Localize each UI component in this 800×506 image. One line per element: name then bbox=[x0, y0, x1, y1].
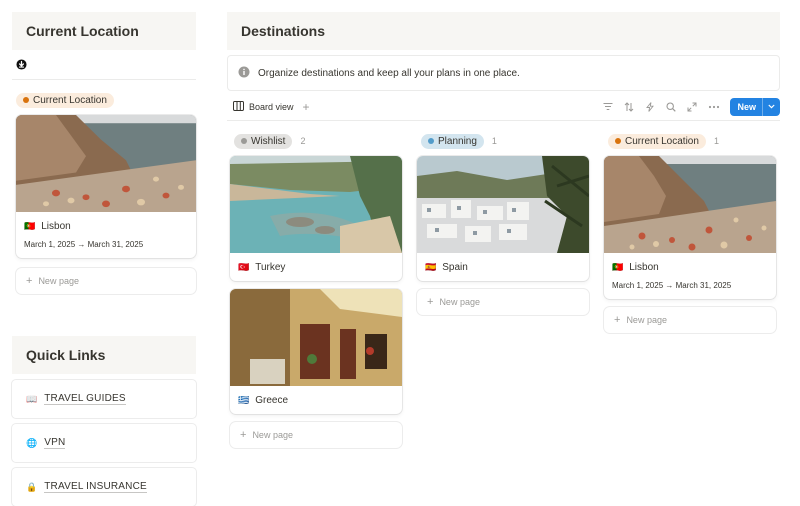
plus-icon: + bbox=[26, 275, 33, 287]
card-dates: March 1, 2025 → March 31, 2025 bbox=[24, 240, 144, 249]
column-planning: Planning 1 🇪🇸 Spain + New page bbox=[417, 130, 589, 315]
lock-icon: 🔒 bbox=[26, 481, 38, 492]
new-button[interactable]: New bbox=[730, 97, 780, 116]
status-dot bbox=[428, 138, 434, 144]
greece-flag-icon: 🇬🇷 bbox=[238, 394, 250, 405]
card-name: Lisbon bbox=[41, 220, 71, 232]
new-page-button[interactable]: + New page bbox=[604, 307, 776, 333]
lisbon-card[interactable]: 🇵🇹 Lisbon March 1, 2025 → March 31, 2025 bbox=[604, 156, 776, 299]
current-location-header: Current Location bbox=[12, 12, 196, 50]
info-text: Organize destinations and keep all your … bbox=[258, 67, 520, 79]
column-header: Wishlist 2 bbox=[230, 130, 402, 152]
turkey-flag-icon: 🇹🇷 bbox=[238, 261, 250, 272]
quick-link-vpn[interactable]: 🌐 VPN bbox=[12, 424, 196, 462]
column-count: 1 bbox=[713, 136, 719, 146]
status-tag-current-location: Current Location bbox=[16, 92, 114, 108]
status-tag-wishlist: Wishlist bbox=[234, 133, 293, 149]
spain-flag-icon: 🇪🇸 bbox=[425, 261, 437, 272]
new-page-button[interactable]: + New page bbox=[417, 289, 589, 315]
status-tag-current-location: Current Location bbox=[608, 133, 706, 149]
info-icon bbox=[238, 66, 250, 81]
current-location-title: Current Location bbox=[26, 23, 139, 39]
spain-village-image bbox=[417, 156, 589, 253]
plus-icon: + bbox=[240, 429, 247, 441]
card-name: Turkey bbox=[255, 261, 286, 273]
sort-icon[interactable] bbox=[624, 101, 634, 112]
destinations-title: Destinations bbox=[241, 23, 326, 39]
quick-link-travel-guides[interactable]: 📖 TRAVEL GUIDES bbox=[12, 380, 196, 418]
info-callout: Organize destinations and keep all your … bbox=[227, 55, 780, 91]
greece-card[interactable]: 🇬🇷 Greece bbox=[230, 289, 402, 414]
card-title: 🇵🇹 Lisbon bbox=[16, 212, 196, 240]
lightning-icon[interactable] bbox=[645, 101, 655, 112]
destinations-section: Destinations Organize destinations and k… bbox=[227, 12, 780, 441]
greece-taverna-image bbox=[230, 289, 402, 386]
lisbon-beach-image bbox=[16, 115, 196, 212]
lisbon-card[interactable]: 🇵🇹 Lisbon March 1, 2025 → March 31, 2025 bbox=[16, 115, 196, 258]
book-icon: 📖 bbox=[26, 393, 38, 404]
quick-link-travel-insurance[interactable]: 🔒 TRAVEL INSURANCE bbox=[12, 468, 196, 506]
card-dates: March 1, 2025 → March 31, 2025 bbox=[612, 281, 732, 290]
card-name: Lisbon bbox=[629, 261, 659, 273]
card-title: 🇪🇸 Spain bbox=[417, 253, 589, 281]
column-header: Current Location 1 bbox=[604, 130, 776, 152]
board-view-tab[interactable]: Board view bbox=[233, 100, 294, 113]
plus-icon: + bbox=[614, 314, 621, 326]
more-options-icon[interactable] bbox=[708, 102, 720, 112]
expand-icon[interactable] bbox=[687, 102, 697, 112]
new-page-button[interactable]: + New page bbox=[16, 268, 196, 294]
status-tag-planning: Planning bbox=[421, 133, 484, 149]
status-dot bbox=[23, 97, 29, 103]
column-count: 1 bbox=[491, 136, 497, 146]
portugal-flag-icon: 🇵🇹 bbox=[24, 220, 36, 231]
turkey-card[interactable]: 🇹🇷 Turkey bbox=[230, 156, 402, 281]
status-dot bbox=[241, 138, 247, 144]
add-view-icon[interactable]: + bbox=[303, 100, 310, 114]
board-toolbar: Board view + New bbox=[227, 93, 780, 121]
turkey-cove-image bbox=[230, 156, 402, 253]
card-name: Spain bbox=[442, 261, 468, 273]
column-header: Planning 1 bbox=[417, 130, 589, 152]
download-row bbox=[12, 50, 196, 80]
destinations-header: Destinations bbox=[227, 12, 780, 50]
filter-icon[interactable] bbox=[603, 102, 613, 112]
new-page-button[interactable]: + New page bbox=[230, 422, 402, 448]
column-wishlist: Wishlist 2 🇹🇷 Turkey 🇬🇷 Greece + New pag… bbox=[230, 130, 402, 448]
card-title: 🇵🇹 Lisbon bbox=[604, 253, 776, 281]
download-icon[interactable] bbox=[16, 59, 27, 70]
lisbon-beach-image bbox=[604, 156, 776, 253]
card-title: 🇬🇷 Greece bbox=[230, 386, 402, 414]
card-name: Greece bbox=[255, 394, 289, 406]
card-title: 🇹🇷 Turkey bbox=[230, 253, 402, 281]
portugal-flag-icon: 🇵🇹 bbox=[612, 261, 624, 272]
board-view-icon bbox=[233, 100, 244, 113]
globe-icon: 🌐 bbox=[26, 437, 38, 448]
quick-links-title: Quick Links bbox=[26, 347, 106, 363]
column-current-location: Current Location 1 🇵🇹 Lisbon March 1, 20… bbox=[604, 130, 776, 333]
quick-links-header: Quick Links bbox=[12, 336, 196, 374]
plus-icon: + bbox=[427, 296, 434, 308]
chevron-down-icon[interactable] bbox=[763, 104, 780, 109]
status-dot bbox=[615, 138, 621, 144]
search-icon[interactable] bbox=[666, 101, 677, 112]
left-column: Current Location Current Location 🇵🇹 Lis… bbox=[12, 12, 196, 506]
column-count: 2 bbox=[300, 136, 306, 146]
spain-card[interactable]: 🇪🇸 Spain bbox=[417, 156, 589, 281]
